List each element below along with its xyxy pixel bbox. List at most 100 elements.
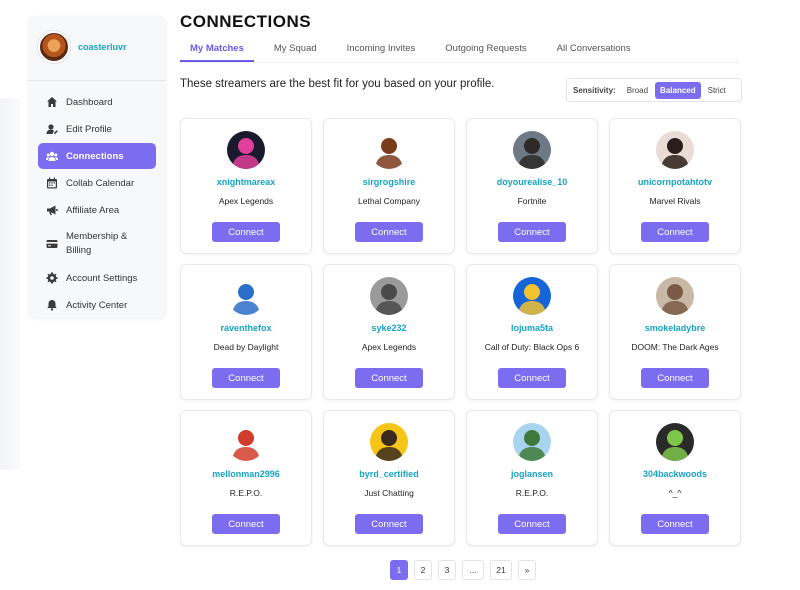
megaphone-icon — [46, 204, 58, 216]
connect-button[interactable]: Connect — [498, 368, 566, 388]
streamer-name[interactable]: xnightmareax — [217, 177, 276, 187]
profile-header[interactable]: coasterluvr — [28, 16, 166, 68]
avatar[interactable] — [370, 423, 408, 461]
sidebar-item-affiliate-area[interactable]: Affiliate Area — [38, 197, 156, 223]
streamer-name[interactable]: doyourealise_10 — [497, 177, 568, 187]
avatar[interactable] — [513, 423, 551, 461]
sidebar-item-connections[interactable]: Connections — [38, 143, 156, 169]
sidebar-item-label: Edit Profile — [66, 123, 112, 135]
tab-underline — [180, 62, 740, 63]
streamer-game: Apex Legends — [361, 342, 417, 352]
sidebar-item-label: Account Settings — [66, 272, 138, 284]
sidebar-item-label: Collab Calendar — [66, 177, 135, 189]
page-ellipsis: ... — [462, 560, 484, 580]
match-card: 304backwoods ^_^ Connect — [609, 410, 741, 546]
streamer-game: Just Chatting — [364, 488, 414, 498]
avatar[interactable] — [227, 131, 265, 169]
avatar[interactable] — [38, 31, 70, 63]
avatar[interactable] — [227, 423, 265, 461]
streamer-name[interactable]: joglansen — [511, 469, 553, 479]
page-button-21[interactable]: 21 — [490, 560, 512, 580]
match-card: unicornpotahtotv Marvel Rivals Connect — [609, 118, 741, 254]
avatar[interactable] — [513, 277, 551, 315]
bell-icon — [46, 299, 58, 311]
sidebar-divider — [28, 80, 166, 81]
avatar[interactable] — [370, 277, 408, 315]
avatar[interactable] — [227, 277, 265, 315]
connect-button[interactable]: Connect — [641, 514, 709, 534]
streamer-game: R.E.P.O. — [229, 488, 263, 498]
user-edit-icon — [46, 123, 58, 135]
connect-button[interactable]: Connect — [355, 514, 423, 534]
streamer-game: Call of Duty: Black Ops 6 — [484, 342, 580, 352]
streamer-game: Dead by Daylight — [213, 342, 279, 352]
calendar-icon — [46, 177, 58, 189]
streamer-name[interactable]: byrd_certified — [359, 469, 419, 479]
sidebar-item-account-settings[interactable]: Account Settings — [38, 265, 156, 291]
connect-button[interactable]: Connect — [212, 222, 280, 242]
streamer-name[interactable]: smokeladybre — [645, 323, 706, 333]
connect-button[interactable]: Connect — [641, 368, 709, 388]
avatar[interactable] — [656, 277, 694, 315]
connect-button[interactable]: Connect — [212, 514, 280, 534]
sidebar-item-membership-billing[interactable]: Membership & Billing — [38, 224, 156, 264]
users-icon — [46, 150, 58, 162]
sensitivity-option-balanced[interactable]: Balanced — [655, 81, 701, 99]
streamer-name[interactable]: lojuma5ta — [511, 323, 553, 333]
connect-button[interactable]: Connect — [355, 222, 423, 242]
tab-incoming-invites[interactable]: Incoming Invites — [337, 38, 426, 62]
tab-my-squad[interactable]: My Squad — [264, 38, 327, 62]
gear-icon — [46, 272, 58, 284]
next-page-button[interactable]: » — [518, 560, 536, 580]
streamer-game: Apex Legends — [218, 196, 274, 206]
home-icon — [46, 96, 58, 108]
connect-button[interactable]: Connect — [355, 368, 423, 388]
avatar[interactable] — [656, 131, 694, 169]
page-button-2[interactable]: 2 — [414, 560, 432, 580]
connect-button[interactable]: Connect — [498, 514, 566, 534]
match-card: raventhefox Dead by Daylight Connect — [180, 264, 312, 400]
sidebar-item-activity-center[interactable]: Activity Center — [38, 292, 156, 318]
sidebar-item-edit-profile[interactable]: Edit Profile — [38, 116, 156, 142]
tab-outgoing-requests[interactable]: Outgoing Requests — [435, 38, 536, 62]
match-card: smokeladybre DOOM: The Dark Ages Connect — [609, 264, 741, 400]
match-card: joglansen R.E.P.O. Connect — [466, 410, 598, 546]
streamer-game: ^_^ — [668, 488, 682, 498]
pagination: 1 2 3... 21 » — [390, 560, 542, 580]
streamer-game: Lethal Company — [358, 196, 420, 206]
streamer-name[interactable]: 304backwoods — [643, 469, 707, 479]
connect-button[interactable]: Connect — [212, 368, 280, 388]
page-button-1[interactable]: 1 — [390, 560, 408, 580]
page-button-3[interactable]: 3 — [438, 560, 456, 580]
tab-my-matches[interactable]: My Matches — [180, 38, 254, 62]
streamer-name[interactable]: sirgrogshire — [363, 177, 416, 187]
connect-button[interactable]: Connect — [641, 222, 709, 242]
streamer-game: R.E.P.O. — [515, 488, 549, 498]
avatar[interactable] — [656, 423, 694, 461]
match-card: byrd_certified Just Chatting Connect — [323, 410, 455, 546]
tab-all-conversations[interactable]: All Conversations — [547, 38, 641, 62]
match-card: sirgrogshire Lethal Company Connect — [323, 118, 455, 254]
sidebar-item-label: Membership & Billing — [66, 231, 128, 256]
streamer-game: Fortnite — [517, 196, 547, 206]
connect-button[interactable]: Connect — [498, 222, 566, 242]
streamer-name[interactable]: mellonman2996 — [212, 469, 280, 479]
match-card: doyourealise_10 Fortnite Connect — [466, 118, 598, 254]
avatar[interactable] — [513, 131, 551, 169]
sensitivity-option-strict[interactable]: Strict — [703, 82, 731, 99]
username[interactable]: coasterluvr — [78, 42, 127, 52]
streamer-name[interactable]: syke232 — [371, 323, 406, 333]
tab-bar: My Matches My Squad Incoming Invites Outgoi… — [180, 38, 651, 62]
sidebar-item-collab-calendar[interactable]: Collab Calendar — [38, 170, 156, 196]
match-card: mellonman2996 R.E.P.O. Connect — [180, 410, 312, 546]
background-panel — [0, 98, 20, 470]
sensitivity-option-broad[interactable]: Broad — [622, 82, 653, 99]
page-title: CONNECTIONS — [180, 12, 312, 31]
streamer-game: Marvel Rivals — [649, 196, 701, 206]
sidebar-item-dashboard[interactable]: Dashboard — [38, 89, 156, 115]
match-card: xnightmareax Apex Legends Connect — [180, 118, 312, 254]
streamer-name[interactable]: unicornpotahtotv — [638, 177, 712, 187]
avatar[interactable] — [370, 131, 408, 169]
sensitivity-label: Sensitivity: — [573, 85, 616, 95]
streamer-name[interactable]: raventhefox — [220, 323, 271, 333]
